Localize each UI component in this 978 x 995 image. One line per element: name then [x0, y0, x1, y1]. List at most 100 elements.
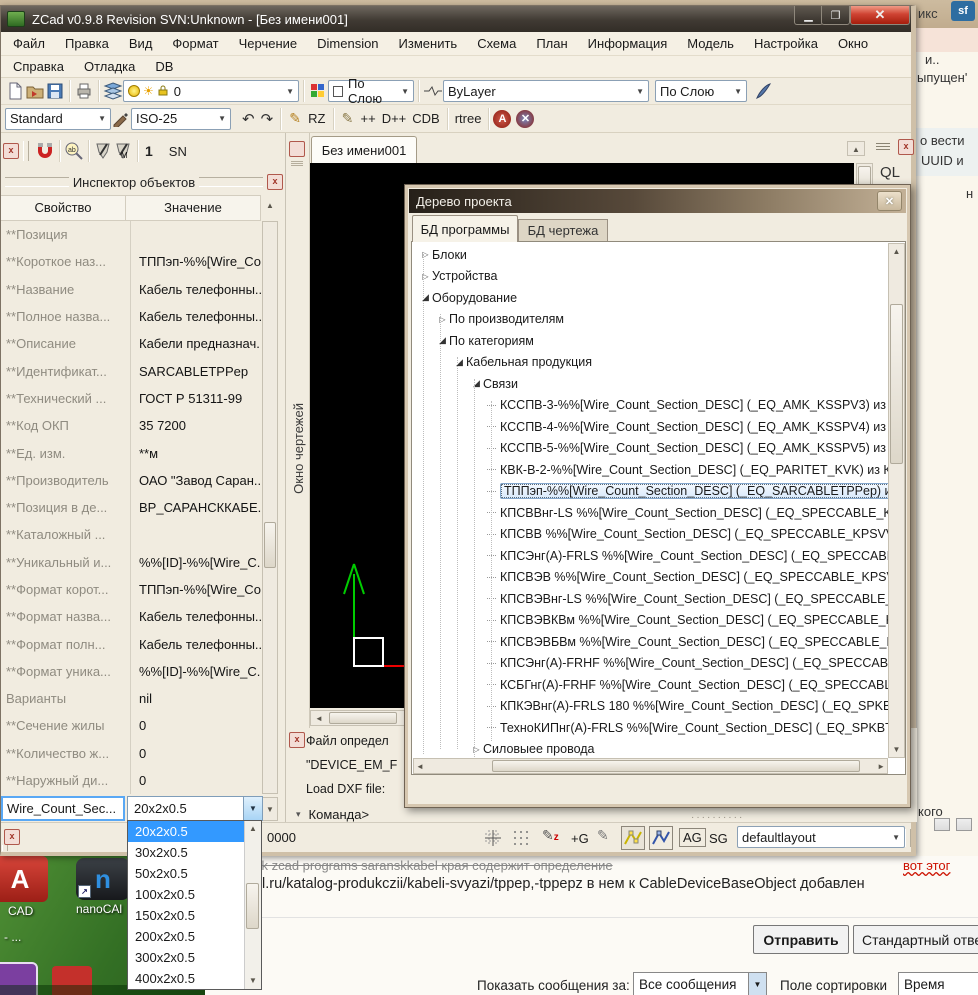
dialog-title-bar[interactable]: Дерево проекта ✕: [409, 189, 906, 213]
scrollbar-thumb[interactable]: [329, 712, 397, 724]
tree-node-label[interactable]: КСБГнг(А)-FRHF %%[Wire_Count_Section_DES…: [500, 678, 888, 692]
scrollbar-thumb[interactable]: [264, 522, 276, 568]
property-row[interactable]: **Количество ж...0: [1, 740, 261, 767]
dropdown-scrollbar[interactable]: ▲ ▼: [244, 821, 261, 989]
tree-node-label[interactable]: КПСВЭВКВм %%[Wire_Count_Section_DESC] (_…: [500, 613, 888, 627]
tree-node-label[interactable]: Связи: [483, 377, 518, 391]
scroll-up-icon[interactable]: ▲: [889, 244, 904, 259]
property-row[interactable]: **Позиция: [1, 221, 261, 248]
tree-node-label[interactable]: Блоки: [432, 248, 467, 262]
property-value[interactable]: %%[ID]-%%[Wire_C...: [130, 658, 261, 685]
dropdown-option[interactable]: 200x2x0.5: [128, 926, 244, 947]
tree-node[interactable]: ◢Кабельная продукция: [413, 352, 888, 374]
property-row[interactable]: **НазваниеКабель телефонны...: [1, 276, 261, 303]
menu-изменить[interactable]: Изменить: [389, 33, 468, 54]
tree-hscrollbar[interactable]: ◄ ►: [413, 758, 888, 774]
property-row[interactable]: **Сечение жилы0: [1, 712, 261, 739]
layers-icon[interactable]: [103, 81, 123, 101]
tree-node-label[interactable]: Устройства: [432, 269, 497, 283]
tree-node[interactable]: КПСВЭВБВм %%[Wire_Count_Section_DESC] (_…: [413, 631, 888, 653]
pen-rz-icon[interactable]: ✎: [285, 109, 305, 129]
menu-правка[interactable]: Правка: [55, 33, 119, 54]
tree-node[interactable]: КПСЭнг(А)-FRLS %%[Wire_Count_Section_DES…: [413, 545, 888, 567]
tree-node-label[interactable]: КПКЭВнг(А)-FRLS 180 %%[Wire_Count_Sectio…: [500, 699, 888, 713]
magnet-icon[interactable]: [35, 141, 55, 161]
property-row[interactable]: **Наружный ди...0: [1, 767, 261, 794]
sg-toggle[interactable]: SG: [709, 831, 728, 846]
property-row[interactable]: **Позиция в де...ВР_САРАНСККАБЕ...: [1, 494, 261, 521]
tree-node[interactable]: КПСВВ %%[Wire_Count_Section_DESC] (_EQ_S…: [413, 524, 888, 546]
property-row[interactable]: **Короткое наз...ТППэп-%%[Wire_Co...: [1, 248, 261, 275]
plus-g-toggle[interactable]: +G: [571, 831, 589, 846]
property-row[interactable]: **Технический ...ГОСТ Р 51311-99: [1, 385, 261, 412]
tree-node[interactable]: ▷По производителям: [413, 309, 888, 331]
property-row[interactable]: **Код ОКП35 7200: [1, 412, 261, 439]
inspector-scrollbar[interactable]: [262, 221, 278, 794]
collapse-icon[interactable]: ◢: [453, 357, 466, 368]
scroll-up-icon[interactable]: ▲: [245, 821, 261, 837]
tree-node[interactable]: КССПВ-3-%%[Wire_Count_Section_DESC] (_EQ…: [413, 395, 888, 417]
save-icon[interactable]: [45, 81, 65, 101]
property-row[interactable]: **Формат назва...Кабель телефонны...: [1, 603, 261, 630]
menu-dimension[interactable]: Dimension: [307, 33, 388, 54]
title-bar[interactable]: ZCad v0.9.8 Revision SVN:Unknown - [Без …: [1, 6, 911, 32]
tree-node-label[interactable]: КПСВВ %%[Wire_Count_Section_DESC] (_EQ_S…: [500, 527, 888, 541]
red-a-icon[interactable]: A: [493, 110, 511, 128]
tree-node[interactable]: ▷Силовыее провода: [413, 739, 888, 760]
tree-node-label[interactable]: ТППэп-%%[Wire_Count_Section_DESC] (_EQ_S…: [500, 483, 888, 499]
menu-схема[interactable]: Схема: [467, 33, 526, 54]
plusplus-button[interactable]: ++: [358, 111, 379, 126]
property-row[interactable]: **Идентификат...SARCABLETPPep: [1, 357, 261, 384]
rz-button[interactable]: RZ: [305, 111, 328, 126]
tree-node[interactable]: ◢По категориям: [413, 330, 888, 352]
tree-node-label[interactable]: КПСВЭВБВм %%[Wire_Count_Section_DESC] (_…: [500, 635, 888, 649]
sn-button[interactable]: SN: [166, 144, 190, 159]
scroll-left-icon[interactable]: ◄: [416, 759, 424, 775]
pen-icon[interactable]: ✎: [338, 109, 358, 129]
count-button[interactable]: 1: [142, 143, 156, 159]
menu-вид[interactable]: Вид: [119, 33, 163, 54]
grid-display-icon[interactable]: [512, 829, 530, 852]
scroll-up-icon[interactable]: ▲: [264, 201, 276, 210]
layer-select[interactable]: ☀ 0 ▼: [123, 80, 299, 102]
property-value[interactable]: Кабели предназнач...: [130, 330, 261, 357]
command-prompt-row[interactable]: ▾ Команда> ··········: [286, 806, 917, 822]
expand-icon[interactable]: ▷: [470, 745, 483, 754]
undo-icon[interactable]: ↶: [239, 110, 258, 128]
tree-node[interactable]: КПКЭВнг(А)-FRLS 180 %%[Wire_Count_Sectio…: [413, 696, 888, 718]
property-value[interactable]: [130, 221, 261, 248]
scrollbar-thumb[interactable]: [246, 883, 259, 929]
tree-node-selected[interactable]: ТППэп-%%[Wire_Count_Section_DESC] (_EQ_S…: [413, 481, 888, 503]
scroll-right-icon[interactable]: ►: [877, 759, 885, 775]
expand-icon[interactable]: ▷: [436, 315, 449, 324]
dock-close-icon[interactable]: x: [289, 732, 305, 748]
menu-настройка[interactable]: Настройка: [744, 33, 828, 54]
scroll-down-icon[interactable]: ▼: [245, 973, 261, 989]
property-row[interactable]: **Полное назва...Кабель телефонны...: [1, 303, 261, 330]
nanocad-desktop-icon[interactable]: n ↗: [76, 858, 130, 900]
pen-shield-m-icon[interactable]: M: [113, 141, 133, 161]
dock-close-icon[interactable]: x: [4, 829, 20, 845]
autocad-desktop-icon[interactable]: A: [0, 856, 48, 902]
layout-select[interactable]: defaultlayout ▼: [737, 826, 905, 848]
menu-план[interactable]: План: [526, 33, 577, 54]
property-value[interactable]: ТППэп-%%[Wire_Co...: [130, 248, 261, 275]
tree-node[interactable]: КПСЭнг(А)-FRHF %%[Wire_Count_Section_DES…: [413, 653, 888, 675]
minimize-button[interactable]: ▁: [794, 6, 823, 25]
scrollbar-thumb[interactable]: [890, 304, 903, 464]
osnap-toggle-off[interactable]: [649, 826, 673, 850]
expand-icon[interactable]: ▷: [419, 250, 432, 259]
send-button[interactable]: Отправить: [753, 925, 849, 954]
property-row[interactable]: Вариантыnil: [1, 685, 261, 712]
menu-формат[interactable]: Формат: [162, 33, 228, 54]
brush-icon[interactable]: [111, 109, 131, 129]
tree-node-label[interactable]: КПСВВнг-LS %%[Wire_Count_Section_DESC] (…: [500, 506, 888, 520]
property-value[interactable]: Кабель телефонны...: [130, 603, 261, 630]
tree-vscrollbar[interactable]: ▲ ▼: [888, 243, 905, 758]
tree-node-label[interactable]: По категориям: [449, 334, 534, 348]
property-value[interactable]: %%[ID]-%%[Wire_C...: [130, 549, 261, 576]
tree-node[interactable]: КПСВЭВнг-LS %%[Wire_Count_Section_DESC] …: [413, 588, 888, 610]
sort-field-select[interactable]: Время: [898, 972, 978, 995]
wire-count-combobox[interactable]: 20x2x0.5 ▼: [127, 796, 263, 821]
property-value[interactable]: Кабель телефонны...: [130, 276, 261, 303]
